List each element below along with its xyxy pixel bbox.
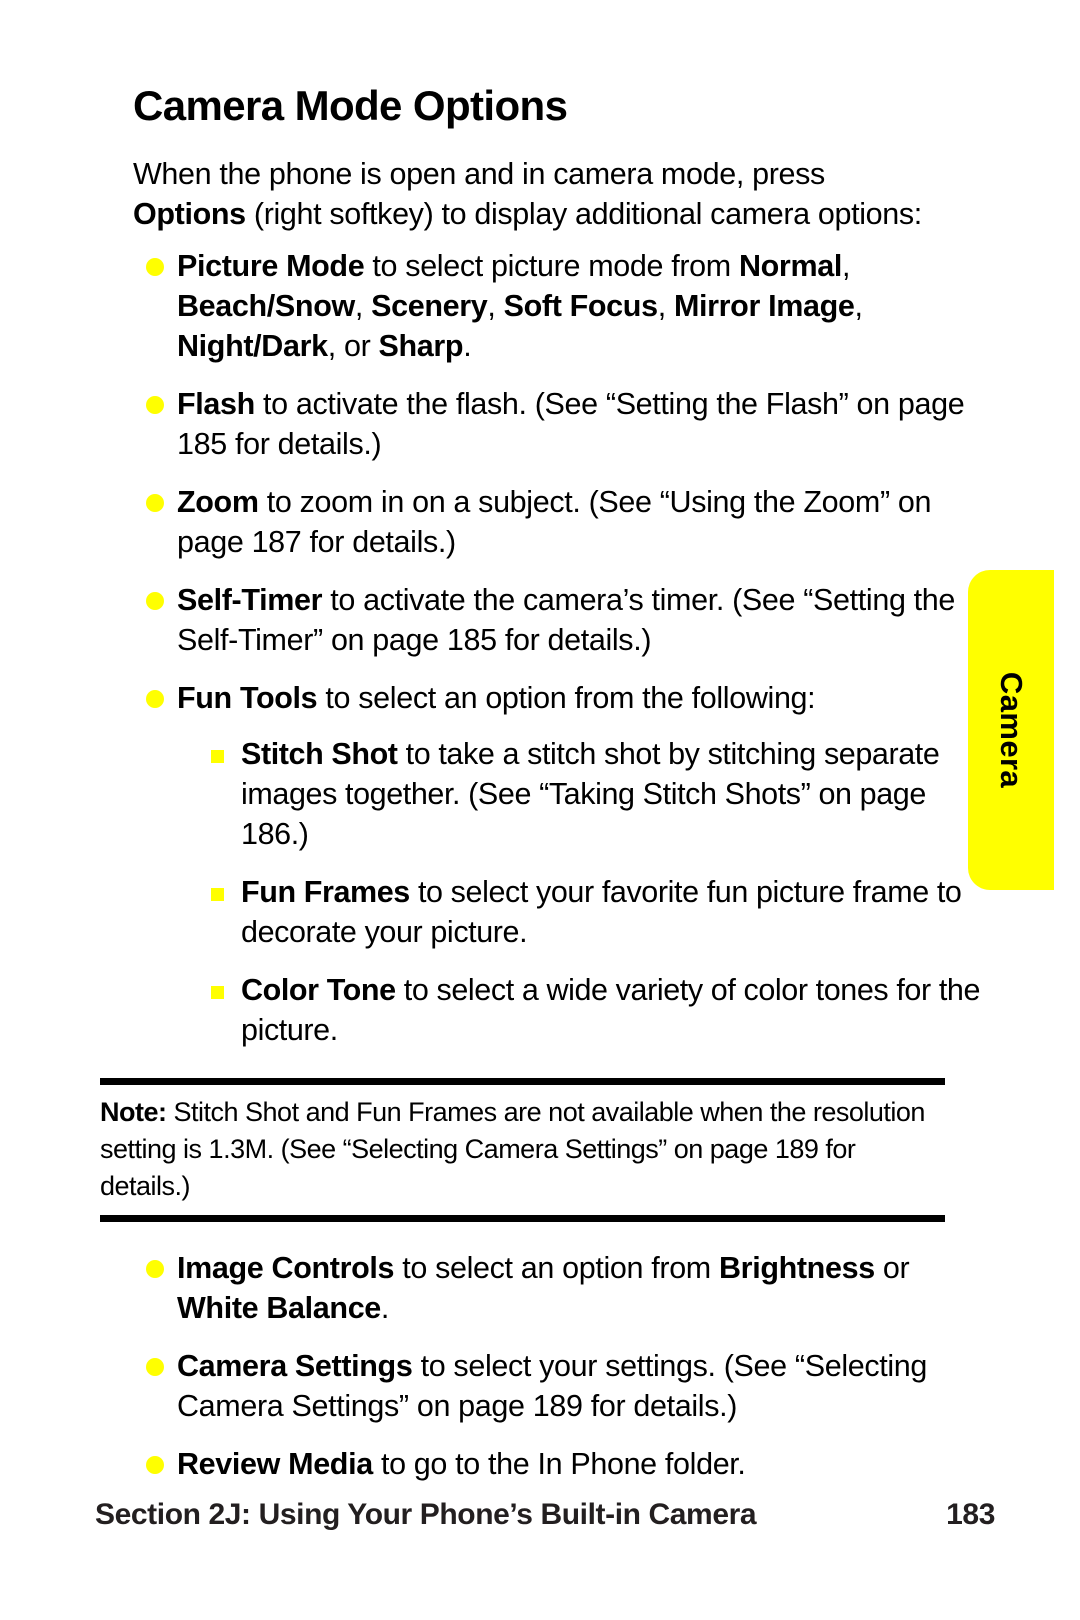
- list-item-text: Camera Settings to select your settings.…: [177, 1349, 928, 1424]
- sub-list-item: Stitch Shot to take a stitch shot by sti…: [177, 734, 1001, 854]
- list-item-text: Review Media to go to the In Phone folde…: [177, 1447, 746, 1482]
- list-item-text: Zoom to zoom in on a subject. (See “Usin…: [177, 485, 932, 560]
- bullet-dot-icon: [146, 592, 164, 611]
- footer-section-label: Section 2J: Using Your Phone’s Built-in …: [95, 1498, 757, 1531]
- page-title: Camera Mode Options: [133, 82, 568, 129]
- page-content: Camera Mode Options When the phone is op…: [95, 82, 980, 1502]
- footer-page-number: 183: [946, 1498, 995, 1531]
- bullet-dot-icon: [146, 1260, 164, 1279]
- sub-list-item-text: Fun Frames to select your favorite fun p…: [241, 875, 962, 950]
- bullet-square-icon: [211, 888, 224, 902]
- options-list-primary: Picture Mode to select picture mode from…: [95, 246, 980, 1050]
- list-item-text: Picture Mode to select picture mode from…: [177, 249, 863, 364]
- list-item: Picture Mode to select picture mode from…: [95, 246, 987, 366]
- bullet-square-icon: [211, 986, 224, 1000]
- sub-list-item-text: Stitch Shot to take a stitch shot by sti…: [241, 737, 940, 852]
- bullet-dot-icon: [146, 1358, 164, 1377]
- intro-paragraph: When the phone is open and in camera mod…: [133, 157, 922, 232]
- sub-list-item: Fun Frames to select your favorite fun p…: [177, 872, 1001, 952]
- bullet-dot-icon: [146, 494, 164, 513]
- list-item-text: Fun Tools to select an option from the f…: [177, 681, 816, 716]
- list-item-text: Self-Timer to activate the camera’s time…: [177, 583, 956, 658]
- note-callout: Note: Stitch Shot and Fun Frames are not…: [100, 1078, 945, 1223]
- list-item-text: Image Controls to select an option from …: [177, 1251, 910, 1326]
- note-text: Note: Stitch Shot and Fun Frames are not…: [100, 1097, 925, 1202]
- list-item-text: Flash to activate the flash. (See “Setti…: [177, 387, 965, 462]
- options-list-secondary: Image Controls to select an option from …: [95, 1248, 955, 1484]
- list-item: Review Media to go to the In Phone folde…: [95, 1444, 987, 1484]
- bullet-square-icon: [211, 750, 224, 764]
- sub-list-item: Color Tone to select a wide variety of c…: [177, 970, 1001, 1050]
- list-item: Fun Tools to select an option from the f…: [95, 678, 987, 1050]
- page-footer: Section 2J: Using Your Phone’s Built-in …: [95, 1498, 995, 1532]
- list-item: Zoom to zoom in on a subject. (See “Usin…: [95, 482, 987, 562]
- bullet-dot-icon: [146, 690, 164, 709]
- bullet-dot-icon: [146, 396, 164, 415]
- fun-tools-sublist: Stitch Shot to take a stitch shot by sti…: [177, 734, 987, 1050]
- list-item: Camera Settings to select your settings.…: [95, 1346, 987, 1426]
- list-item: Image Controls to select an option from …: [95, 1248, 987, 1328]
- list-item: Self-Timer to activate the camera’s time…: [95, 580, 987, 660]
- list-item: Flash to activate the flash. (See “Setti…: [95, 384, 987, 464]
- bullet-dot-icon: [146, 1456, 164, 1475]
- manual-page: Camera Camera Mode Options When the phon…: [0, 0, 1080, 1620]
- bullet-dot-icon: [146, 258, 164, 277]
- sub-list-item-text: Color Tone to select a wide variety of c…: [241, 973, 981, 1048]
